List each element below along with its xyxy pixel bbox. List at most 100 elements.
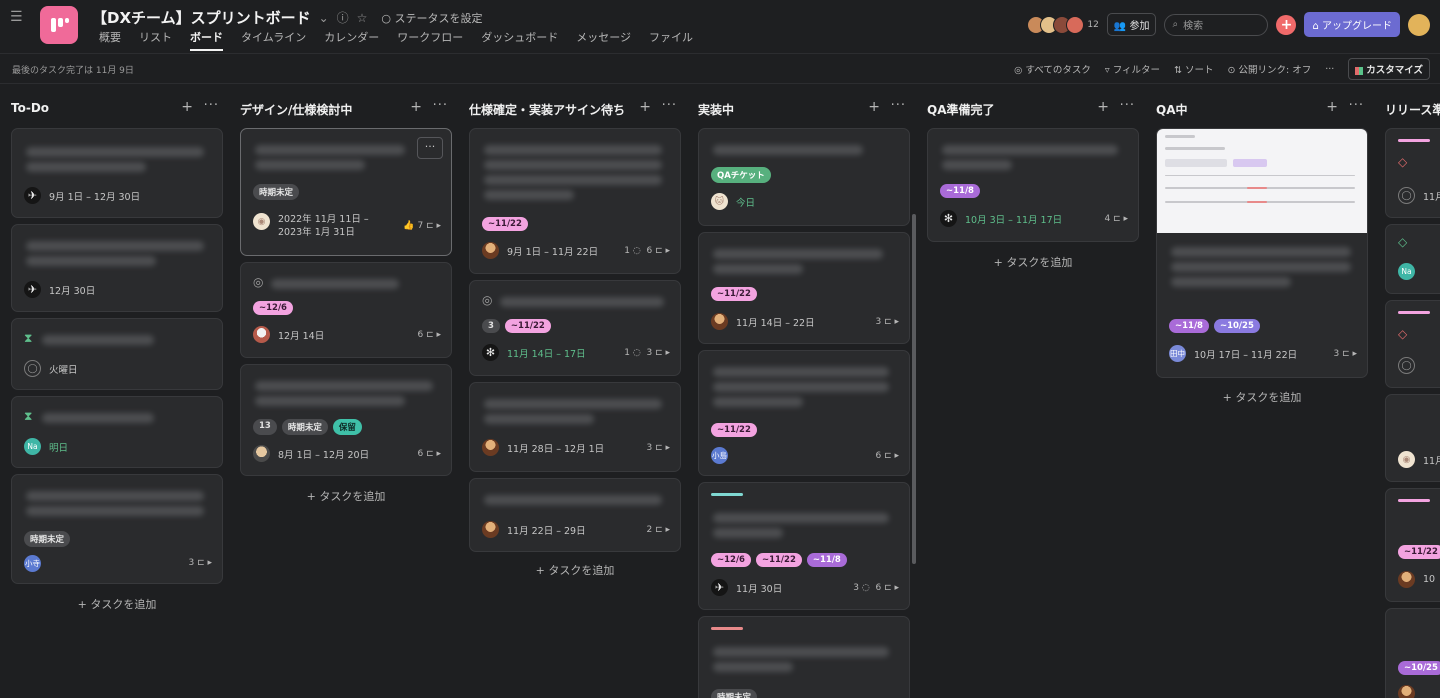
task-card[interactable]: ~11/22 10 (1385, 488, 1440, 602)
more-icon[interactable]: ··· (1120, 98, 1135, 113)
task-card[interactable]: ✈ 12月 30日 (11, 224, 223, 312)
customize-button[interactable]: カスタマイズ (1348, 58, 1430, 80)
due-date: 10 (1423, 574, 1436, 585)
column-scrollbar[interactable] (912, 214, 916, 564)
task-card[interactable]: ~11/8 ~10/25 田中 10月 17日 – 11月 22日 3 ⊏ ▸ (1156, 128, 1368, 378)
check-circle-icon: ◎ (253, 275, 264, 289)
subtask-count-value: 3 (188, 558, 195, 568)
info-icon[interactable]: ⓘ (337, 9, 349, 26)
add-task-button[interactable]: + タスクを追加 (240, 488, 452, 504)
join-button[interactable]: 👥 参加 (1106, 13, 1157, 36)
more-icon[interactable]: ··· (433, 98, 448, 113)
add-icon[interactable]: + (410, 99, 422, 115)
assignee-placeholder-icon: ◯ (24, 360, 41, 377)
column-in-qa: QA中 + ··· ~11/8 ~10/25 田中 10月 17日 – 11月 22日 … (1156, 84, 1368, 698)
chevron-down-icon[interactable]: ⌄ (319, 11, 329, 25)
column-in-progress: 実装中 + ··· QAチケット 🐱 今日 ~11/22 11月 14日 – 22日 … (698, 84, 910, 698)
add-task-button[interactable]: + タスクを追加 (11, 596, 223, 612)
due-tag: ~11/22 (711, 287, 757, 301)
avatar: Na (1398, 263, 1415, 280)
add-task-button[interactable]: + タスクを追加 (1156, 389, 1368, 405)
task-card[interactable]: 時期未定 小寺 3 ⊏ ▸ (11, 474, 223, 584)
filter-button[interactable]: ▿ フィルター (1105, 62, 1160, 76)
tab-calendar[interactable]: カレンダー (315, 28, 388, 51)
add-icon[interactable]: + (181, 99, 193, 115)
search-placeholder: 検索 (1183, 21, 1204, 32)
sort-button[interactable]: ⇅ ソート (1174, 62, 1214, 76)
tab-workflow[interactable]: ワークフロー (388, 28, 472, 51)
public-link-button[interactable]: ⊙ 公開リンク: オフ (1228, 62, 1312, 76)
task-card[interactable]: ◎ 3 ~11/22 ✻ 11月 14日 – 17日 1 ◌ 3 ⊏ ▸ (469, 280, 681, 376)
tab-files[interactable]: ファイル (640, 28, 702, 51)
avatar: 🐱 (711, 193, 728, 210)
subtask-count: 6 ⊏ ▸ (875, 451, 899, 461)
set-status-button[interactable]: ○ ステータスを設定 (381, 10, 482, 26)
more-icon[interactable]: ··· (1349, 98, 1364, 113)
more-icon[interactable]: ··· (891, 98, 906, 113)
all-tasks-button[interactable]: ◎ すべてのタスク (1014, 62, 1091, 76)
due-tag: ~11/22 (755, 553, 802, 567)
search-input[interactable]: ⌕ 検索 (1164, 13, 1269, 36)
avatar (711, 313, 728, 330)
task-card[interactable]: ··· 時期未定 ◉ 2022年 11月 11日 – 2023年 1月 31日 👍 … (240, 128, 452, 256)
task-card[interactable]: ◉ 11月 (1385, 394, 1440, 482)
add-icon[interactable]: + (868, 99, 880, 115)
task-card[interactable]: ✈ 9月 1日 – 12月 30日 (11, 128, 223, 218)
tab-list[interactable]: リスト (130, 28, 181, 51)
tab-dashboard[interactable]: ダッシュボード (472, 28, 567, 51)
task-card[interactable]: ◎ ~12/6 12月 14日 6 ⊏ ▸ (240, 262, 452, 358)
task-card[interactable]: ⧗ Na 明日 (11, 396, 223, 468)
task-card[interactable]: ~11/22 小島 6 ⊏ ▸ (698, 350, 910, 476)
tag-on-hold: 保留 (332, 419, 362, 435)
add-icon[interactable]: + (639, 99, 651, 115)
task-card[interactable]: ⧗ ◯ 火曜日 (11, 318, 223, 390)
task-card[interactable]: ~11/22 11月 14日 – 22日 3 ⊏ ▸ (698, 232, 910, 344)
subtask-badge: 13 (253, 419, 277, 435)
due-tag: ~10/25 (1398, 661, 1440, 675)
star-icon[interactable]: ☆ (357, 11, 368, 25)
due-date: 9月 1日 – 12月 30日 (49, 191, 141, 203)
member-avatars[interactable]: 12 (1027, 15, 1099, 34)
subtask-count-value: 3 (646, 443, 653, 453)
search-icon: ⌕ (1172, 19, 1179, 30)
project-title[interactable]: 【DXチーム】スプリントボード (92, 7, 311, 28)
subtask-count: 6 ⊏ ▸ (417, 449, 441, 459)
avatar: ✻ (940, 210, 957, 227)
task-card[interactable]: ~11/8 ✻ 10月 3日 – 11月 17日 4 ⊏ ▸ (927, 128, 1139, 242)
tab-timeline[interactable]: タイムライン (232, 28, 315, 51)
tab-overview[interactable]: 概要 (90, 28, 130, 51)
add-task-button[interactable]: + タスクを追加 (469, 562, 681, 578)
task-card[interactable]: 13 時期未定 保留 8月 1日 – 12月 20日 6 ⊏ ▸ (240, 364, 452, 476)
upgrade-button[interactable]: ⌂ アップグレード (1304, 12, 1400, 37)
add-icon[interactable]: + (1097, 99, 1109, 115)
card-more-icon[interactable]: ··· (417, 137, 443, 159)
task-card[interactable]: ~12/6 ~11/22 ~11/8 ✈ 11月 30日 3 ◌ 6 ⊏ ▸ (698, 482, 910, 610)
due-tag: ~12/6 (711, 553, 751, 567)
task-card[interactable]: 11月 28日 – 12月 1日 3 ⊏ ▸ (469, 382, 681, 472)
more-icon[interactable]: ··· (204, 98, 219, 113)
add-task-button[interactable]: + タスクを追加 (927, 254, 1139, 270)
task-card[interactable]: ◇ Na (1385, 224, 1440, 294)
task-card[interactable]: ~11/22 9月 1日 – 11月 22日 1 ◌ 6 ⊏ ▸ (469, 128, 681, 274)
comment-subtask-count: 3 ◌ 6 ⊏ ▸ (853, 583, 899, 593)
task-card[interactable]: ◇ ◯ 11月 (1385, 128, 1440, 218)
task-card[interactable]: 11月 22日 – 29日 2 ⊏ ▸ (469, 478, 681, 552)
task-card[interactable]: ◇ ◯ (1385, 300, 1440, 388)
hamburger-icon[interactable]: ☰ (10, 10, 24, 24)
due-date: 12月 30日 (49, 285, 96, 297)
more-icon[interactable]: ··· (1325, 64, 1334, 75)
more-icon[interactable]: ··· (662, 98, 677, 113)
color-accent (1398, 311, 1430, 314)
tab-board[interactable]: ボード (181, 28, 232, 51)
add-icon[interactable]: + (1326, 99, 1338, 115)
subtask-count: 3 ⊏ ▸ (1333, 349, 1357, 359)
create-button[interactable]: + (1276, 14, 1297, 35)
column-release: リリース準備 ◇ ◯ 11月 ◇ Na ◇ ◯ ◉ 11月 ~11/22 10 ~1… (1385, 84, 1440, 698)
task-card[interactable]: ~10/25 (1385, 608, 1440, 698)
due-tag: ~11/8 (1169, 319, 1209, 333)
tab-messages[interactable]: メッセージ (567, 28, 640, 51)
task-card[interactable]: QAチケット 🐱 今日 (698, 128, 910, 226)
task-card[interactable]: 時期未定 (698, 616, 910, 698)
member-count: 12 (1087, 19, 1099, 30)
user-avatar[interactable] (1408, 13, 1430, 36)
